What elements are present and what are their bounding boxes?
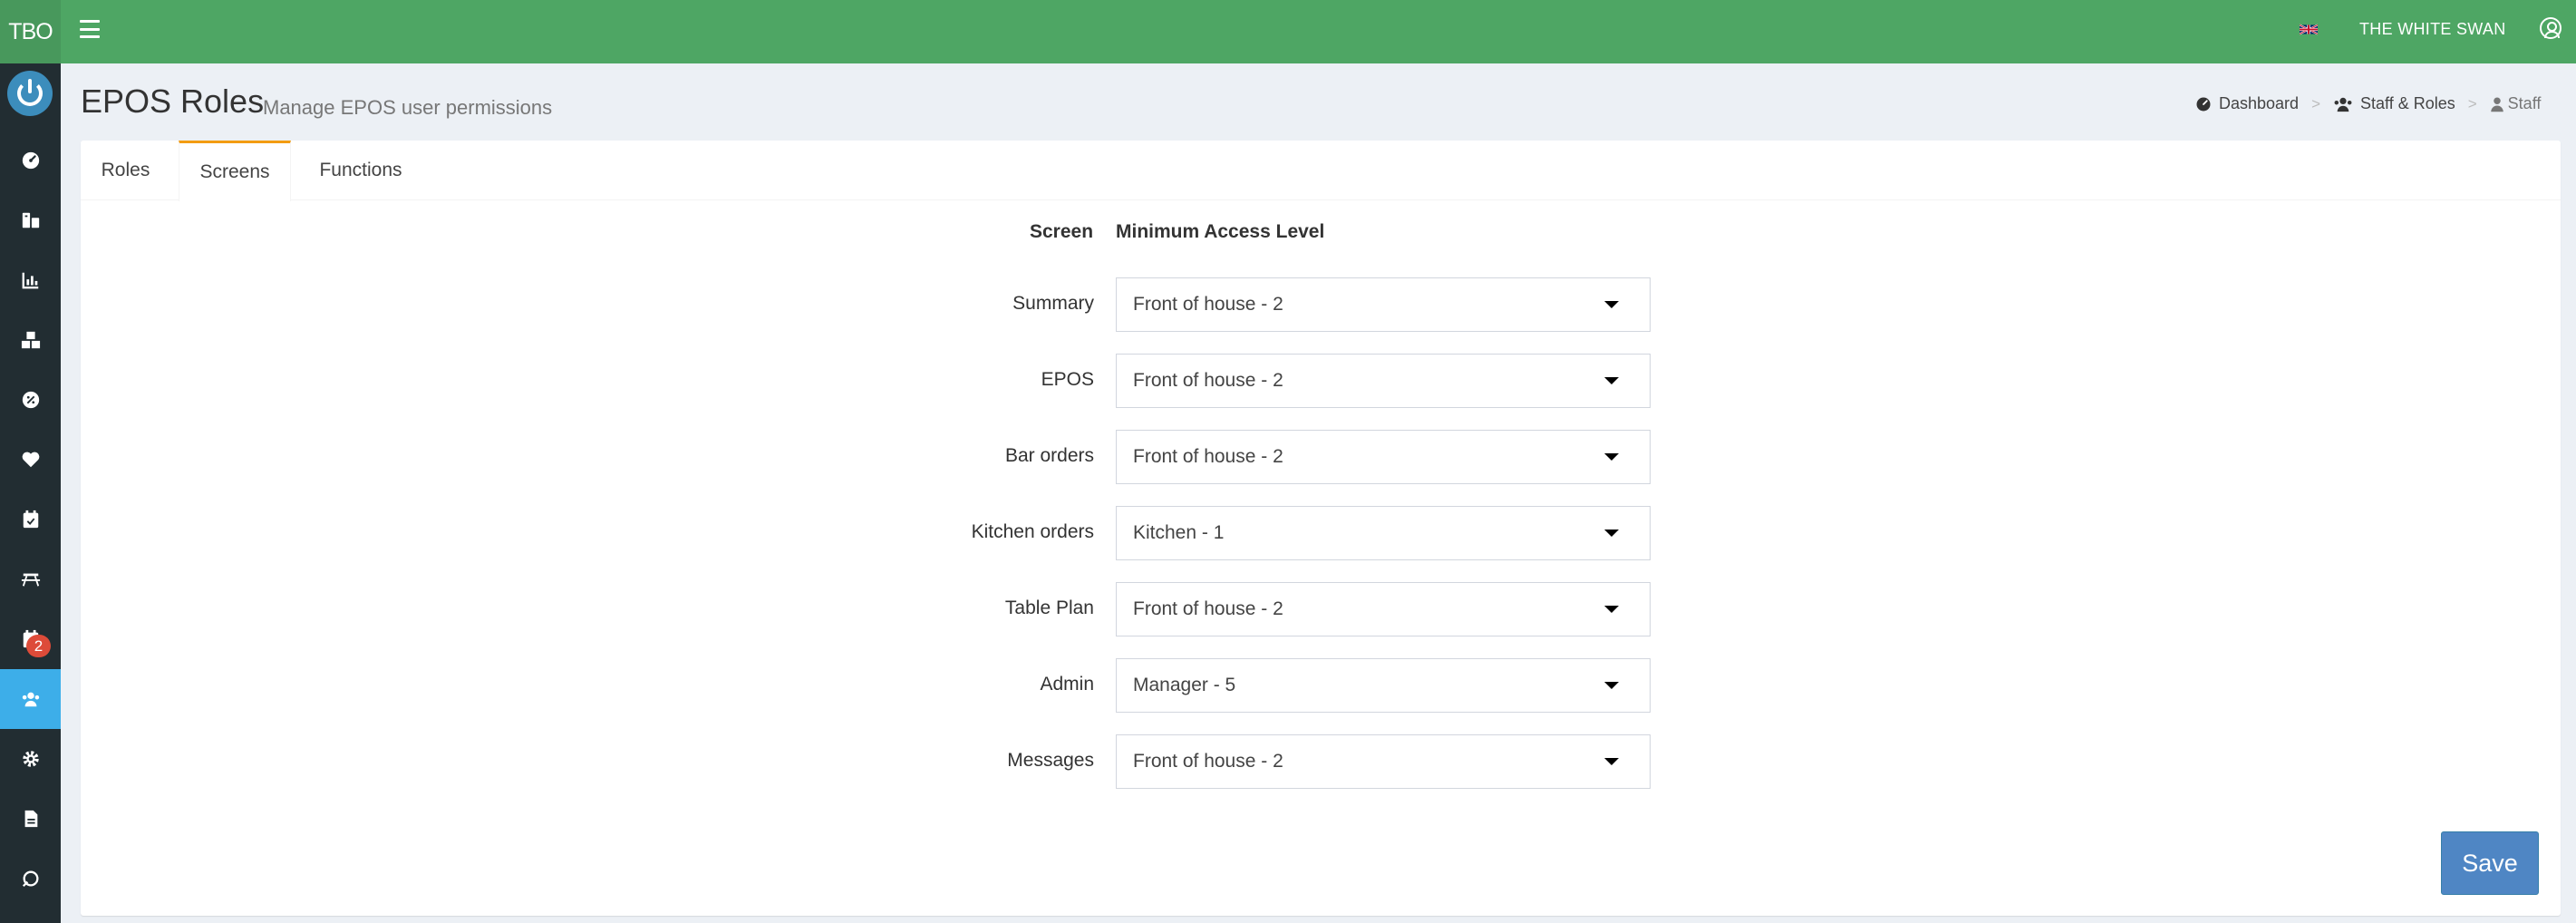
tab-roles[interactable]: Roles: [81, 141, 170, 200]
sidebar-toggle-icon[interactable]: [80, 20, 100, 38]
sidebar-item-tables[interactable]: [0, 549, 61, 609]
caret-down-icon: [1604, 530, 1619, 537]
screen-label-messages: Messages: [1007, 750, 1094, 771]
sidebar-item-dashboard[interactable]: [0, 131, 61, 190]
access-level-value: Manager - 5: [1133, 675, 1236, 695]
products-icon: [22, 212, 39, 228]
sidebar-item-documents[interactable]: [0, 789, 61, 849]
caret-down-icon: [1604, 377, 1619, 384]
access-level-select-table-plan[interactable]: Front of house - 2: [1116, 582, 1651, 636]
access-level-value: Front of house - 2: [1133, 446, 1283, 467]
sidebar-item-settings[interactable]: [0, 729, 61, 789]
screen-label-epos: EPOS: [1041, 369, 1094, 390]
app-power-logo-icon[interactable]: [7, 71, 53, 116]
breadcrumb-staff-roles[interactable]: Staff & Roles: [2360, 94, 2455, 113]
screen-label-table-plan: Table Plan: [1004, 598, 1094, 618]
access-level-select-kitchen-orders[interactable]: Kitchen - 1: [1116, 506, 1651, 560]
brand-logo[interactable]: TBO: [0, 0, 61, 63]
sidebar-item-reports[interactable]: [0, 250, 61, 310]
bookings-calendar-check-icon: [23, 510, 38, 529]
stock-boxes-icon: [21, 331, 40, 349]
access-level-select-messages[interactable]: Front of house - 2: [1116, 734, 1651, 789]
breadcrumb-staff: Staff: [2507, 94, 2542, 112]
screen-label-summary: Summary: [1012, 293, 1094, 314]
uk-flag-icon[interactable]: [2300, 24, 2318, 35]
user-circle-icon[interactable]: [2540, 17, 2561, 39]
caret-down-icon: [1604, 606, 1619, 613]
screen-label-admin: Admin: [1040, 674, 1094, 695]
caret-down-icon: [1604, 453, 1619, 461]
breadcrumb-separator: >: [2311, 94, 2320, 112]
sidebar-item-stock[interactable]: [0, 310, 61, 370]
notification-badge: 2: [26, 635, 51, 657]
tab-screens[interactable]: Screens: [179, 141, 291, 201]
top-navbar: TBO THE WHITE SWAN: [0, 0, 2576, 63]
sidebar-item-staff[interactable]: [0, 669, 61, 729]
caret-down-icon: [1604, 682, 1619, 689]
access-level-value: Front of house - 2: [1133, 370, 1283, 391]
access-level-select-epos[interactable]: Front of house - 2: [1116, 354, 1651, 408]
sidebar-item-sync[interactable]: [0, 849, 61, 908]
breadcrumb: Dashboard > Staff & Roles > Staff: [2195, 94, 2541, 113]
sidebar-item-discounts[interactable]: [0, 370, 61, 430]
reports-chart-icon: [22, 272, 38, 289]
screen-label-bar-orders: Bar orders: [1004, 445, 1094, 466]
sidebar-item-products[interactable]: [0, 190, 61, 250]
access-level-value: Kitchen - 1: [1133, 522, 1225, 543]
screen-column-header: Screen: [1030, 221, 1094, 242]
dashboard-gauge-icon: [2196, 97, 2211, 111]
staff-users-icon: [22, 692, 39, 707]
screens-panel: Roles Screens Functions Screen Minimum A…: [81, 141, 2561, 916]
caret-down-icon: [1604, 301, 1619, 308]
sidebar-item-loyalty[interactable]: [0, 430, 61, 490]
page-subtitle: Manage EPOS user permissions: [263, 96, 553, 119]
page-title: EPOS Roles: [81, 83, 265, 120]
access-level-column-header: Minimum Access Level: [1116, 221, 1325, 242]
access-level-value: Front of house - 2: [1133, 598, 1283, 619]
settings-gear-icon: [22, 751, 39, 767]
sidebar-item-rota[interactable]: 2: [0, 609, 61, 669]
user-icon: [2490, 97, 2503, 112]
sidebar: 2: [0, 63, 61, 923]
loyalty-heart-icon: [22, 452, 39, 468]
discount-percent-icon: [22, 391, 39, 409]
breadcrumb-dashboard[interactable]: Dashboard: [2219, 94, 2299, 113]
sync-icon: [22, 870, 38, 888]
screen-label-kitchen-orders: Kitchen orders: [971, 521, 1094, 542]
access-level-value: Front of house - 2: [1133, 294, 1283, 315]
save-button[interactable]: Save: [2441, 831, 2539, 895]
staff-users-icon: [2334, 97, 2352, 112]
dashboard-gauge-icon: [22, 151, 39, 170]
tables-picnic-icon: [21, 573, 40, 587]
breadcrumb-separator: >: [2467, 94, 2477, 112]
access-level-select-bar-orders[interactable]: Front of house - 2: [1116, 430, 1651, 484]
documents-icon: [24, 810, 37, 828]
tab-bar: Roles Screens Functions: [81, 141, 2561, 201]
tab-functions[interactable]: Functions: [291, 141, 431, 200]
caret-down-icon: [1604, 758, 1619, 765]
access-level-select-admin[interactable]: Manager - 5: [1116, 658, 1651, 713]
access-level-value: Front of house - 2: [1133, 751, 1283, 772]
access-level-select-summary[interactable]: Front of house - 2: [1116, 277, 1651, 332]
venue-name[interactable]: THE WHITE SWAN: [2359, 20, 2506, 39]
sidebar-item-bookings[interactable]: [0, 490, 61, 549]
